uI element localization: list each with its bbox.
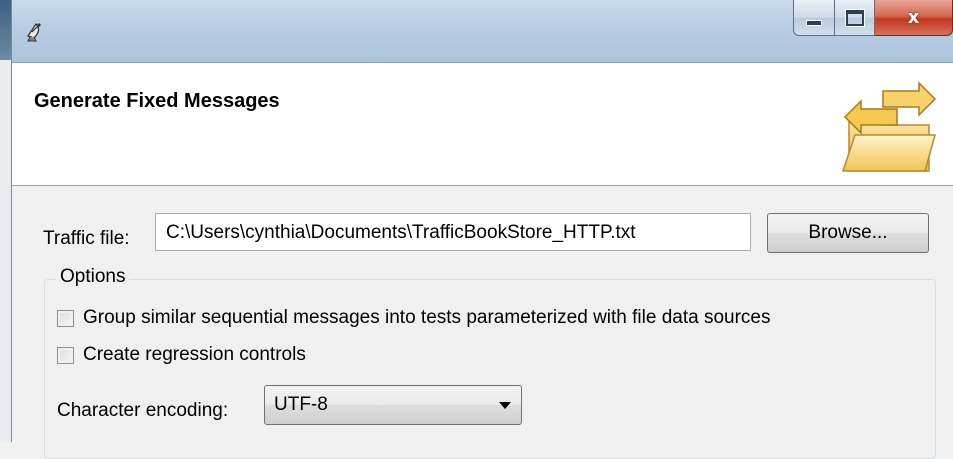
title-bar[interactable]: x	[12, 0, 953, 63]
browse-button[interactable]: Browse...	[767, 213, 929, 253]
dialog-window: x Generate Fixed Messages Traffic file: …	[12, 0, 953, 459]
header-banner: Generate Fixed Messages	[12, 63, 953, 186]
options-legend: Options	[56, 266, 130, 288]
create-regression-controls-checkbox[interactable]	[57, 346, 74, 364]
traffic-file-input[interactable]: C:\Users\cynthia\Documents\TrafficBookSt…	[155, 213, 751, 251]
maximize-button[interactable]	[835, 0, 875, 36]
group-similar-messages-checkbox[interactable]	[57, 309, 74, 327]
create-regression-controls-label: Create regression controls	[83, 344, 306, 365]
group-similar-messages-label: Group similar sequential messages into t…	[83, 307, 771, 328]
create-regression-controls-option[interactable]: Create regression controls	[57, 344, 306, 366]
options-group	[44, 279, 936, 459]
chevron-down-icon	[499, 402, 511, 409]
character-encoding-label: Character encoding:	[57, 400, 229, 421]
traffic-file-label: Traffic file:	[43, 228, 130, 249]
background-window-edge	[0, 0, 12, 442]
group-similar-messages-option[interactable]: Group similar sequential messages into t…	[57, 307, 771, 329]
dialog-body: Traffic file: C:\Users\cynthia\Documents…	[12, 186, 953, 459]
minimize-button[interactable]	[793, 0, 835, 36]
close-button[interactable]: x	[875, 0, 953, 36]
caption-buttons: x	[793, 0, 953, 38]
character-encoding-value: UTF-8	[274, 394, 328, 415]
satellite-dish-icon	[26, 22, 41, 42]
close-icon: x	[907, 7, 920, 28]
folder-exchange-icon	[841, 81, 937, 172]
character-encoding-select[interactable]: UTF-8	[264, 385, 522, 425]
minimize-icon	[806, 19, 822, 26]
page-title: Generate Fixed Messages	[34, 90, 280, 112]
maximize-icon	[845, 9, 864, 26]
